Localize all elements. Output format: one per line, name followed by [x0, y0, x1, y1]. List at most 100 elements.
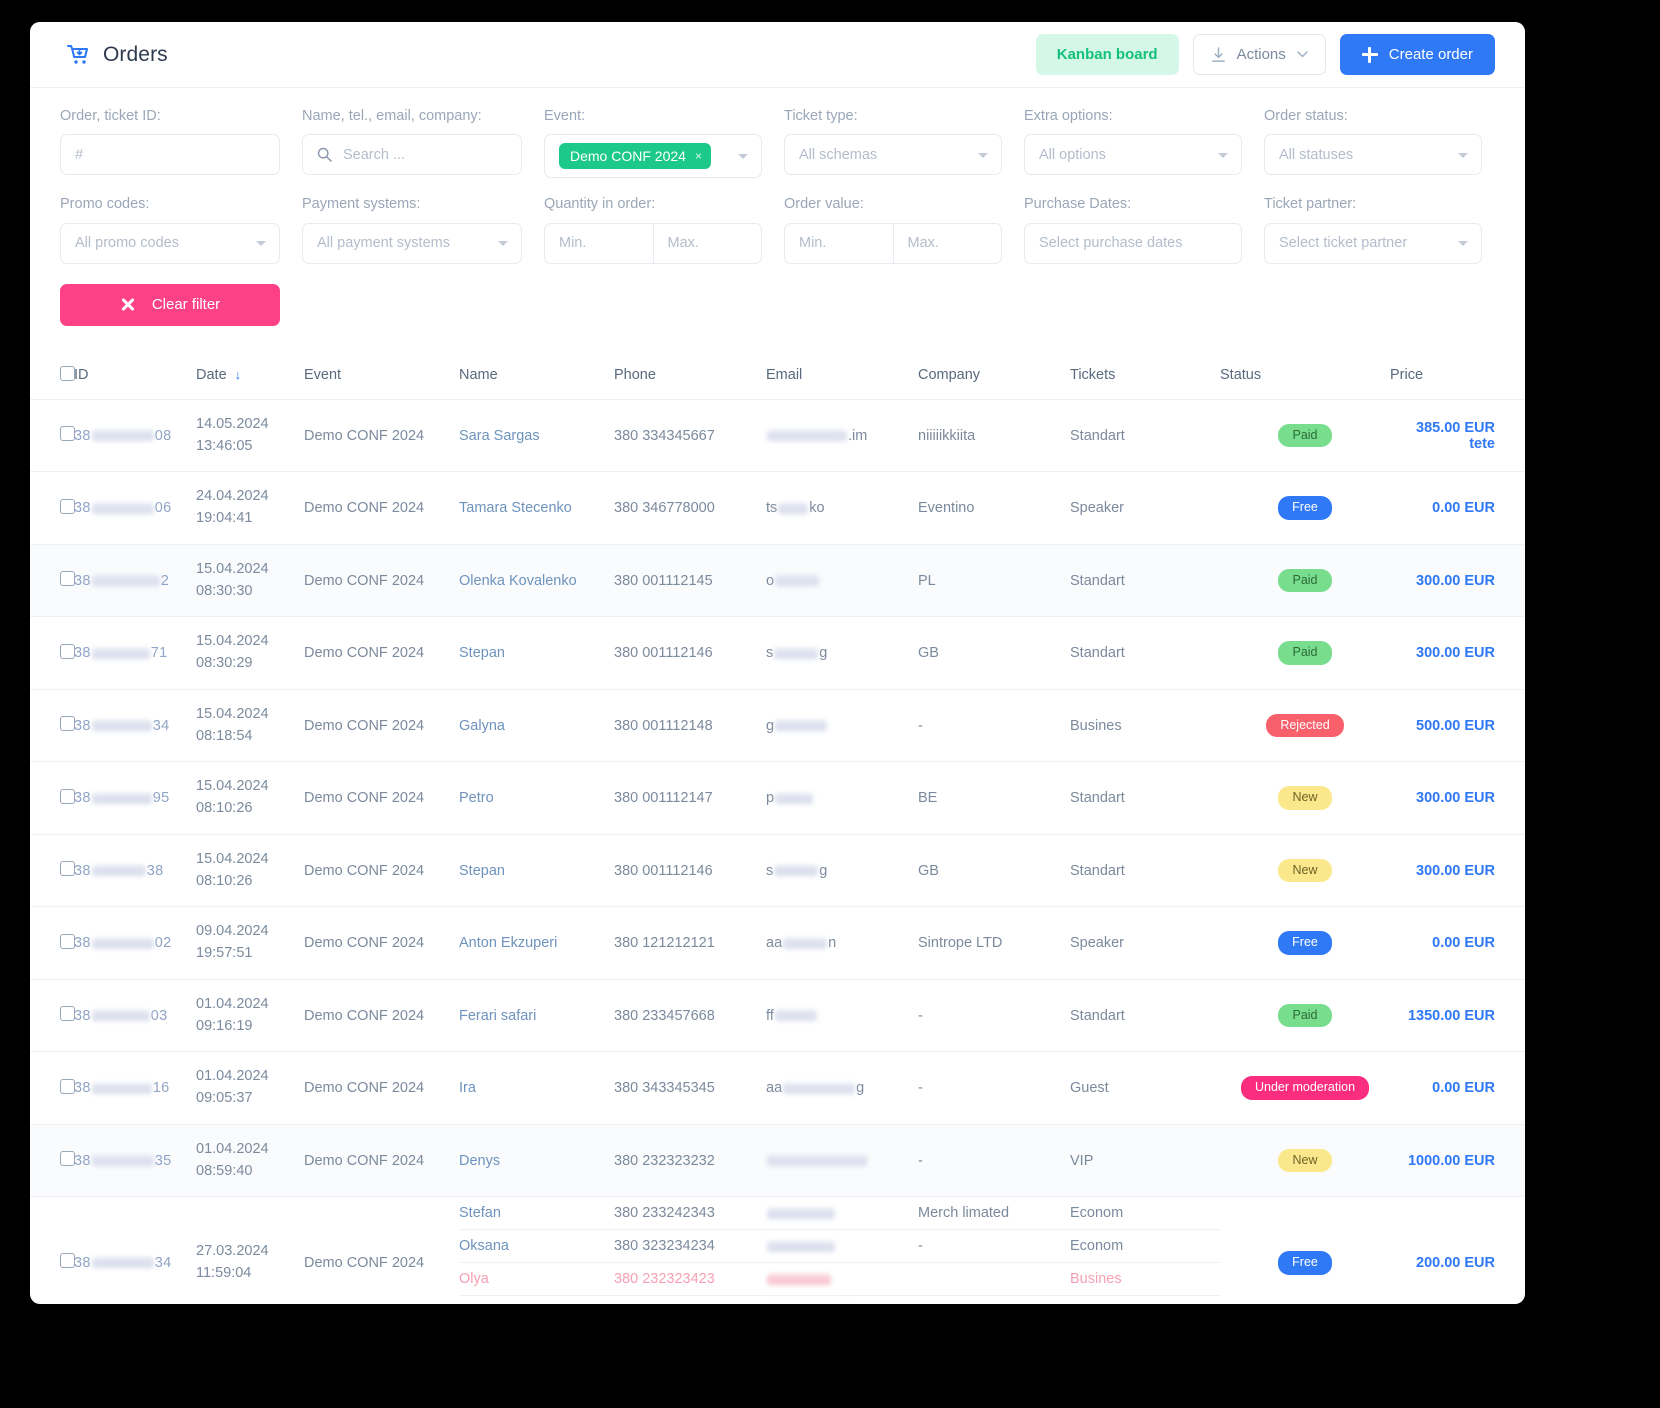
cell-id[interactable]: 38 38 [74, 834, 196, 908]
cell-name[interactable]: Stepan [459, 834, 614, 908]
cell-event: Demo CONF 2024 [304, 689, 459, 763]
order-value-min-input[interactable]: Min. [784, 222, 894, 264]
cell-id[interactable]: 38 95 [74, 761, 196, 835]
order-status-select[interactable]: All statuses [1264, 134, 1482, 176]
filter-row-1: Order, ticket ID: # Name, tel., email, c… [60, 108, 1495, 179]
table-row[interactable]: 38 34 27.03.2024 11:59:04 Demo CONF 2024 Stef… [30, 1196, 1525, 1304]
purchase-dates-input[interactable]: Select purchase dates [1024, 222, 1242, 264]
column-header-company[interactable]: Company [918, 353, 1070, 400]
cell-id[interactable]: 38 08 [74, 399, 196, 473]
row-checkbox[interactable] [60, 933, 75, 949]
clear-filter-button[interactable]: Clear filter [60, 283, 280, 326]
cell-email [766, 1124, 918, 1198]
table-row[interactable]: 38 02 09.04.2024 19:57:51 Demo CONF 2024 Anto… [30, 906, 1525, 980]
cell-name[interactable]: Olya [459, 1262, 614, 1297]
cell-name[interactable]: Petro [459, 761, 614, 835]
cell-company: niiiiikkiita [918, 399, 1070, 473]
redacted-text [91, 1082, 152, 1094]
cell-id[interactable]: 38 03 [74, 979, 196, 1053]
cell-name[interactable]: Denys [459, 1124, 614, 1198]
select-all-checkbox[interactable] [60, 365, 75, 381]
create-order-button[interactable]: Create order [1339, 34, 1495, 75]
cell-name[interactable]: Oksana [459, 1229, 614, 1264]
cell-name[interactable]: Stefan [459, 1197, 614, 1231]
row-checkbox[interactable] [60, 716, 75, 732]
cell-name[interactable]: Anton Ekzuperi [459, 906, 614, 980]
table-row[interactable]: 38 16 01.04.2024 09:05:37 Demo CONF 2024 Ira 3… [30, 1051, 1525, 1125]
column-header-name[interactable]: Name [459, 353, 614, 400]
cell-company: Eventino [918, 471, 1070, 545]
table-row[interactable]: 38 06 24.04.2024 19:04:41 Demo CONF 2024 Tama… [30, 471, 1525, 545]
cell-name[interactable]: Stepan [459, 616, 614, 690]
row-checkbox[interactable] [60, 788, 75, 804]
order-ticket-id-input[interactable]: # [60, 134, 280, 176]
column-header-price[interactable]: Price [1390, 353, 1525, 400]
table-row[interactable]: 38 03 01.04.2024 09:16:19 Demo CONF 2024 Fera… [30, 979, 1525, 1053]
sub-row[interactable]: asdsad380 234234234 Econom [459, 1296, 1220, 1304]
search-placeholder: Search ... [343, 146, 406, 163]
event-chip[interactable]: Demo CONF 2024 × [559, 143, 711, 170]
row-checkbox[interactable] [60, 643, 75, 659]
cell-name[interactable]: Ferari safari [459, 979, 614, 1053]
kanban-board-button[interactable]: Kanban board [1035, 34, 1179, 75]
cell-id[interactable]: 38 71 [74, 616, 196, 690]
cell-id[interactable]: 38 2 [74, 544, 196, 618]
ticket-type-select[interactable]: All schemas [784, 134, 1002, 176]
filter-label: Promo codes: [60, 196, 150, 213]
sub-row[interactable]: Oksana 380 323234234 - Econom [459, 1229, 1220, 1264]
cell-id[interactable]: 38 06 [74, 471, 196, 545]
column-header-date[interactable]: Date ↓ [196, 353, 304, 400]
row-checkbox[interactable] [60, 426, 75, 442]
cell-id[interactable]: 38 02 [74, 906, 196, 980]
column-header-id[interactable]: ID [74, 353, 196, 400]
row-checkbox[interactable] [60, 498, 75, 514]
actions-dropdown-button[interactable]: Actions [1192, 34, 1326, 75]
chevron-down-icon [1297, 51, 1308, 58]
table-row[interactable]: 38 38 15.04.2024 08:10:26 Demo CONF 2024 Step… [30, 834, 1525, 908]
cell-name[interactable]: Olenka Kovalenko [459, 544, 614, 618]
quantity-max-input[interactable]: Max. [653, 222, 762, 264]
cell-name[interactable]: Tamara Stecenko [459, 471, 614, 545]
order-value-max-input[interactable]: Max. [893, 222, 1002, 264]
row-checkbox[interactable] [60, 861, 75, 877]
ticket-partner-select[interactable]: Select ticket partner [1264, 222, 1482, 264]
page-title-group: Orders [66, 43, 168, 67]
cell-id[interactable]: 38 16 [74, 1051, 196, 1125]
sub-row[interactable]: Stefan 380 233242343 Merch limated Econom [459, 1197, 1220, 1231]
table-row[interactable]: 38 34 15.04.2024 08:18:54 Demo CONF 2024 Galy… [30, 689, 1525, 763]
extra-options-select[interactable]: All options [1024, 134, 1242, 176]
row-checkbox[interactable] [60, 1253, 75, 1269]
cell-phone: 380 334345667 [614, 399, 766, 473]
cell-email: aa n [766, 906, 918, 980]
table-row[interactable]: 38 71 15.04.2024 08:30:29 Demo CONF 2024 Step… [30, 616, 1525, 690]
row-checkbox[interactable] [60, 1151, 75, 1167]
row-checkbox[interactable] [60, 571, 75, 587]
cell-name[interactable]: Ira [459, 1051, 614, 1125]
cell-id[interactable]: 38 34 [74, 689, 196, 763]
quantity-min-input[interactable]: Min. [544, 222, 654, 264]
row-checkbox[interactable] [60, 1006, 75, 1022]
table-row[interactable]: 38 08 14.05.2024 13:46:05 Demo CONF 2024 Sara… [30, 399, 1525, 473]
table-row[interactable]: 38 2 15.04.2024 08:30:30 Demo CONF 2024 Olenk… [30, 544, 1525, 618]
cell-id[interactable]: 38 34 [74, 1196, 196, 1304]
row-checkbox[interactable] [60, 1078, 75, 1094]
cell-id[interactable]: 38 35 [74, 1124, 196, 1198]
cell-price: 200.00 EUR [1390, 1196, 1525, 1304]
close-icon[interactable]: × [695, 149, 702, 163]
sub-row[interactable]: Olya 380 232323423 Busines [459, 1262, 1220, 1297]
cell-name[interactable]: Galyna [459, 689, 614, 763]
column-header-phone[interactable]: Phone [614, 353, 766, 400]
event-select[interactable]: Demo CONF 2024 × [544, 134, 762, 179]
cell-status: Under moderation [1220, 1051, 1390, 1125]
search-input[interactable]: Search ... [302, 134, 522, 176]
table-row[interactable]: 38 95 15.04.2024 08:10:26 Demo CONF 2024 Petr… [30, 761, 1525, 835]
column-header-event[interactable]: Event [304, 353, 459, 400]
column-header-status[interactable]: Status [1220, 353, 1390, 400]
promo-codes-select[interactable]: All promo codes [60, 222, 280, 264]
table-row[interactable]: 38 35 01.04.2024 08:59:40 Demo CONF 2024 Deny… [30, 1124, 1525, 1198]
payment-systems-select[interactable]: All payment systems [302, 222, 522, 264]
column-header-email[interactable]: Email [766, 353, 918, 400]
cell-name[interactable]: Sara Sargas [459, 399, 614, 473]
column-header-tickets[interactable]: Tickets [1070, 353, 1220, 400]
cell-name[interactable]: asdsad [459, 1296, 614, 1304]
